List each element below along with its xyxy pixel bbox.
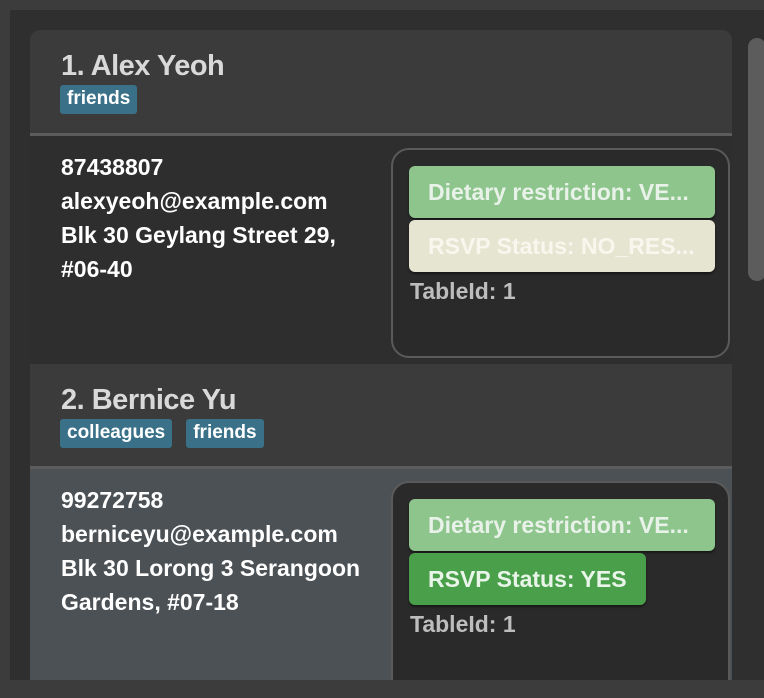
table-id-label: TableId: 1 — [410, 611, 516, 637]
address-line-1: Blk 30 Geylang Street 29, — [61, 222, 336, 248]
rsvp-status-badge: RSVP Status: NO_RES... — [409, 220, 715, 272]
phone-number: 99272758 — [61, 487, 164, 513]
person-list[interactable]: 1. Alex Yeoh friends 87438807 alexyeoh@e… — [30, 30, 732, 680]
phone-number: 87438807 — [61, 154, 164, 180]
tag-badge: colleagues — [60, 419, 173, 448]
dietary-restriction-badge: Dietary restriction: VE... — [409, 166, 715, 218]
person-card-body: 87438807 alexyeoh@example.com Blk 30 Gey… — [30, 136, 732, 364]
tag-badge: friends — [186, 419, 264, 448]
person-card[interactable]: 1. Alex Yeoh friends 87438807 alexyeoh@e… — [30, 30, 732, 364]
scrollbar-thumb[interactable] — [748, 38, 764, 281]
tag-list: colleagues friends — [60, 419, 264, 448]
person-list-panel: 1. Alex Yeoh friends 87438807 alexyeoh@e… — [10, 10, 764, 680]
tag-list: friends — [60, 85, 138, 114]
person-card-body: 99272758 berniceyu@example.com Blk 30 Lo… — [30, 469, 732, 680]
dietary-restriction-badge: Dietary restriction: VE... — [409, 499, 715, 551]
table-id-label: TableId: 1 — [410, 278, 516, 304]
person-name: 2. Bernice Yu — [61, 384, 237, 416]
rsvp-status-badge: RSVP Status: YES — [409, 553, 646, 605]
vertical-scrollbar[interactable] — [744, 38, 764, 678]
address-line-2: Gardens, #07-18 — [61, 589, 239, 615]
guest-info-box: Dietary restriction: VE... RSVP Status: … — [391, 148, 730, 358]
person-card-header: 2. Bernice Yu colleagues friends — [30, 364, 732, 469]
person-name: 1. Alex Yeoh — [61, 50, 225, 82]
address-line-2: #06-40 — [61, 256, 133, 282]
tag-badge: friends — [60, 85, 138, 114]
email-address: berniceyu@example.com — [61, 521, 338, 547]
person-card-header: 1. Alex Yeoh friends — [30, 30, 732, 136]
contact-details: 99272758 berniceyu@example.com Blk 30 Lo… — [61, 483, 381, 619]
address-line-1: Blk 30 Lorong 3 Serangoon — [61, 555, 361, 581]
person-card-selected[interactable]: 2. Bernice Yu colleagues friends 9927275… — [30, 364, 732, 680]
contact-details: 87438807 alexyeoh@example.com Blk 30 Gey… — [61, 150, 381, 286]
email-address: alexyeoh@example.com — [61, 188, 328, 214]
guest-info-box: Dietary restriction: VE... RSVP Status: … — [391, 481, 730, 680]
